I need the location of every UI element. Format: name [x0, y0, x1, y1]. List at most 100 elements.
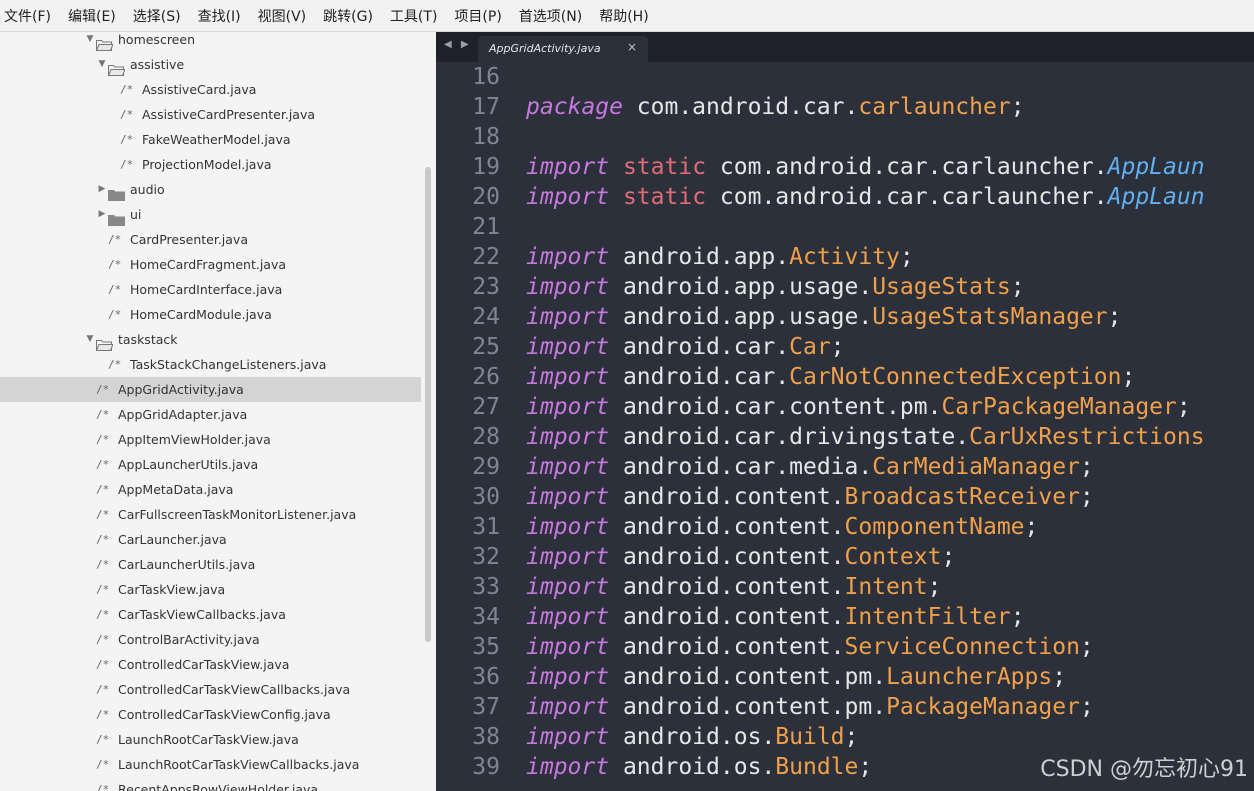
- tree-file[interactable]: /* HomeCardInterface.java: [0, 277, 421, 302]
- tree-file[interactable]: /* TaskStackChangeListeners.java: [0, 352, 421, 377]
- chevron-right-icon[interactable]: ▶: [96, 202, 108, 227]
- code-token: CarNotConnectedException: [789, 364, 1122, 390]
- java-file-icon: /*: [96, 608, 110, 621]
- tree-folder[interactable]: ▶ audio: [0, 177, 421, 202]
- java-file-icon: /*: [96, 483, 110, 496]
- code-editor[interactable]: ◀ ▶ AppGridActivity.java × 16 17 package c…: [436, 32, 1254, 791]
- tree-file[interactable]: /* AppMetaData.java: [0, 477, 421, 502]
- code-line[interactable]: 23 import android.app.usage.UsageStats;: [436, 272, 1254, 302]
- tree-file[interactable]: /* LaunchRootCarTaskViewCallbacks.java: [0, 752, 421, 777]
- chevron-right-icon[interactable]: ▶: [96, 177, 108, 202]
- tree-file[interactable]: /* AssistiveCard.java: [0, 77, 421, 102]
- code-line[interactable]: 30 import android.content.BroadcastReceiv…: [436, 482, 1254, 512]
- tree-folder[interactable]: ▶ ui: [0, 202, 421, 227]
- code-line[interactable]: 34 import android.content.IntentFilter;: [436, 602, 1254, 632]
- menu-item[interactable]: 跳转(G): [323, 6, 373, 26]
- tree-file[interactable]: /* AppLauncherUtils.java: [0, 452, 421, 477]
- menu-item[interactable]: 编辑(E): [68, 6, 116, 26]
- code-token: ;: [1079, 454, 1094, 480]
- code-area[interactable]: 16 17 package com.android.car.carlauncher;…: [436, 62, 1254, 782]
- code-line[interactable]: 25 import android.car.Car;: [436, 332, 1254, 362]
- tree-file[interactable]: /* CarTaskViewCallbacks.java: [0, 602, 421, 627]
- tree-file[interactable]: /* AppItemViewHolder.java: [0, 427, 421, 452]
- code-line[interactable]: 22 import android.app.Activity;: [436, 242, 1254, 272]
- menu-item[interactable]: 文件(F): [4, 6, 51, 26]
- code-line[interactable]: 27 import android.car.content.pm.CarPacka…: [436, 392, 1254, 422]
- code-token: android.car.media.: [622, 454, 873, 480]
- tree-item-label: CarFullscreenTaskMonitorListener.java: [118, 507, 357, 522]
- tab-nav-arrows-icon[interactable]: ◀ ▶: [444, 39, 472, 50]
- line-number: 24: [472, 304, 500, 330]
- code-token: import: [526, 274, 610, 300]
- code-line[interactable]: 19 import static com.android.car.carlaunc…: [436, 152, 1254, 182]
- code-line[interactable]: 28 import android.car.drivingstate.CarUxR…: [436, 422, 1254, 452]
- code-token: android.os.: [622, 754, 776, 780]
- tree-file[interactable]: /* RecentAppsRowViewHolder.java: [0, 777, 421, 791]
- tree-file[interactable]: /* HomeCardModule.java: [0, 302, 421, 327]
- code-token: Intent: [844, 574, 928, 600]
- tree-folder[interactable]: ▼ homescreen: [0, 32, 421, 52]
- java-file-icon: /*: [96, 508, 110, 521]
- line-number: 26: [472, 364, 500, 390]
- chevron-down-icon[interactable]: ▼: [84, 327, 96, 352]
- code-token: import: [526, 364, 610, 390]
- tree-item-label: TaskStackChangeListeners.java: [130, 357, 327, 372]
- menu-item[interactable]: 查找(I): [198, 6, 241, 26]
- code-line[interactable]: 32 import android.content.Context;: [436, 542, 1254, 572]
- chevron-down-icon[interactable]: ▼: [96, 52, 108, 77]
- menu-item[interactable]: 首选项(N): [519, 6, 582, 26]
- close-icon[interactable]: ×: [627, 40, 637, 54]
- tree-folder[interactable]: ▼ taskstack: [0, 327, 421, 352]
- menu-item[interactable]: 帮助(H): [599, 6, 648, 26]
- code-line[interactable]: 21: [436, 212, 1254, 242]
- code-line[interactable]: 33 import android.content.Intent;: [436, 572, 1254, 602]
- java-file-icon: /*: [96, 583, 110, 596]
- code-line[interactable]: 24 import android.app.usage.UsageStatsMan…: [436, 302, 1254, 332]
- code-token: CarUxRestrictions: [969, 424, 1205, 450]
- tree-file[interactable]: /* CarFullscreenTaskMonitorListener.java: [0, 502, 421, 527]
- tree-folder[interactable]: ▼ assistive: [0, 52, 421, 77]
- code-line[interactable]: 20 import static com.android.car.carlaunc…: [436, 182, 1254, 212]
- chevron-down-icon[interactable]: ▼: [84, 32, 96, 52]
- code-line[interactable]: 36 import android.content.pm.LauncherApps…: [436, 662, 1254, 692]
- tree-file[interactable]: /* ControlledCarTaskViewCallbacks.java: [0, 677, 421, 702]
- code-token: Car: [789, 334, 831, 360]
- line-number: 30: [472, 484, 500, 510]
- code-line[interactable]: 35 import android.content.ServiceConnecti…: [436, 632, 1254, 662]
- code-line[interactable]: 16: [436, 62, 1254, 92]
- tree-file[interactable]: /* CarTaskView.java: [0, 577, 421, 602]
- tree-file[interactable]: /* CarLauncherUtils.java: [0, 552, 421, 577]
- tab-appgridactivity[interactable]: AppGridActivity.java ×: [478, 36, 648, 62]
- tree-file[interactable]: /* LaunchRootCarTaskView.java: [0, 727, 421, 752]
- tree-item-label: CarLauncher.java: [118, 532, 227, 547]
- file-tree: ▼ homescreen ▼ assistive /* AssistiveCard.jav…: [0, 32, 421, 791]
- tree-file[interactable]: /* ControlBarActivity.java: [0, 627, 421, 652]
- tree-file[interactable]: /* ControlledCarTaskView.java: [0, 652, 421, 677]
- tree-file[interactable]: /* ControlledCarTaskViewConfig.java: [0, 702, 421, 727]
- code-line[interactable]: 31 import android.content.ComponentName;: [436, 512, 1254, 542]
- code-line[interactable]: 17 package com.android.car.carlauncher;: [436, 92, 1254, 122]
- code-line[interactable]: 29 import android.car.media.CarMediaManag…: [436, 452, 1254, 482]
- code-token: android.car.content.pm.: [622, 394, 942, 420]
- menu-item[interactable]: 选择(S): [133, 6, 181, 26]
- code-line[interactable]: 37 import android.content.pm.PackageManag…: [436, 692, 1254, 722]
- code-line[interactable]: 38 import android.os.Build;: [436, 722, 1254, 752]
- code-line[interactable]: 18: [436, 122, 1254, 152]
- line-number: 36: [472, 664, 500, 690]
- java-file-icon: /*: [108, 308, 122, 321]
- code-line[interactable]: 26 import android.car.CarNotConnectedExce…: [436, 362, 1254, 392]
- menu-item[interactable]: 工具(T): [390, 6, 437, 26]
- sidebar-scrollbar-thumb[interactable]: [425, 167, 431, 642]
- code-token: android.content.: [622, 514, 845, 540]
- tree-file[interactable]: /* ProjectionModel.java: [0, 152, 421, 177]
- line-number: 20: [472, 184, 500, 210]
- tree-file[interactable]: /* AppGridAdapter.java: [0, 402, 421, 427]
- tree-file[interactable]: /* AppGridActivity.java: [0, 377, 421, 402]
- tree-file[interactable]: /* CarLauncher.java: [0, 527, 421, 552]
- tree-file[interactable]: /* AssistiveCardPresenter.java: [0, 102, 421, 127]
- tree-file[interactable]: /* HomeCardFragment.java: [0, 252, 421, 277]
- menu-item[interactable]: 项目(P): [454, 6, 501, 26]
- tree-file[interactable]: /* CardPresenter.java: [0, 227, 421, 252]
- tree-file[interactable]: /* FakeWeatherModel.java: [0, 127, 421, 152]
- menu-item[interactable]: 视图(V): [258, 6, 307, 26]
